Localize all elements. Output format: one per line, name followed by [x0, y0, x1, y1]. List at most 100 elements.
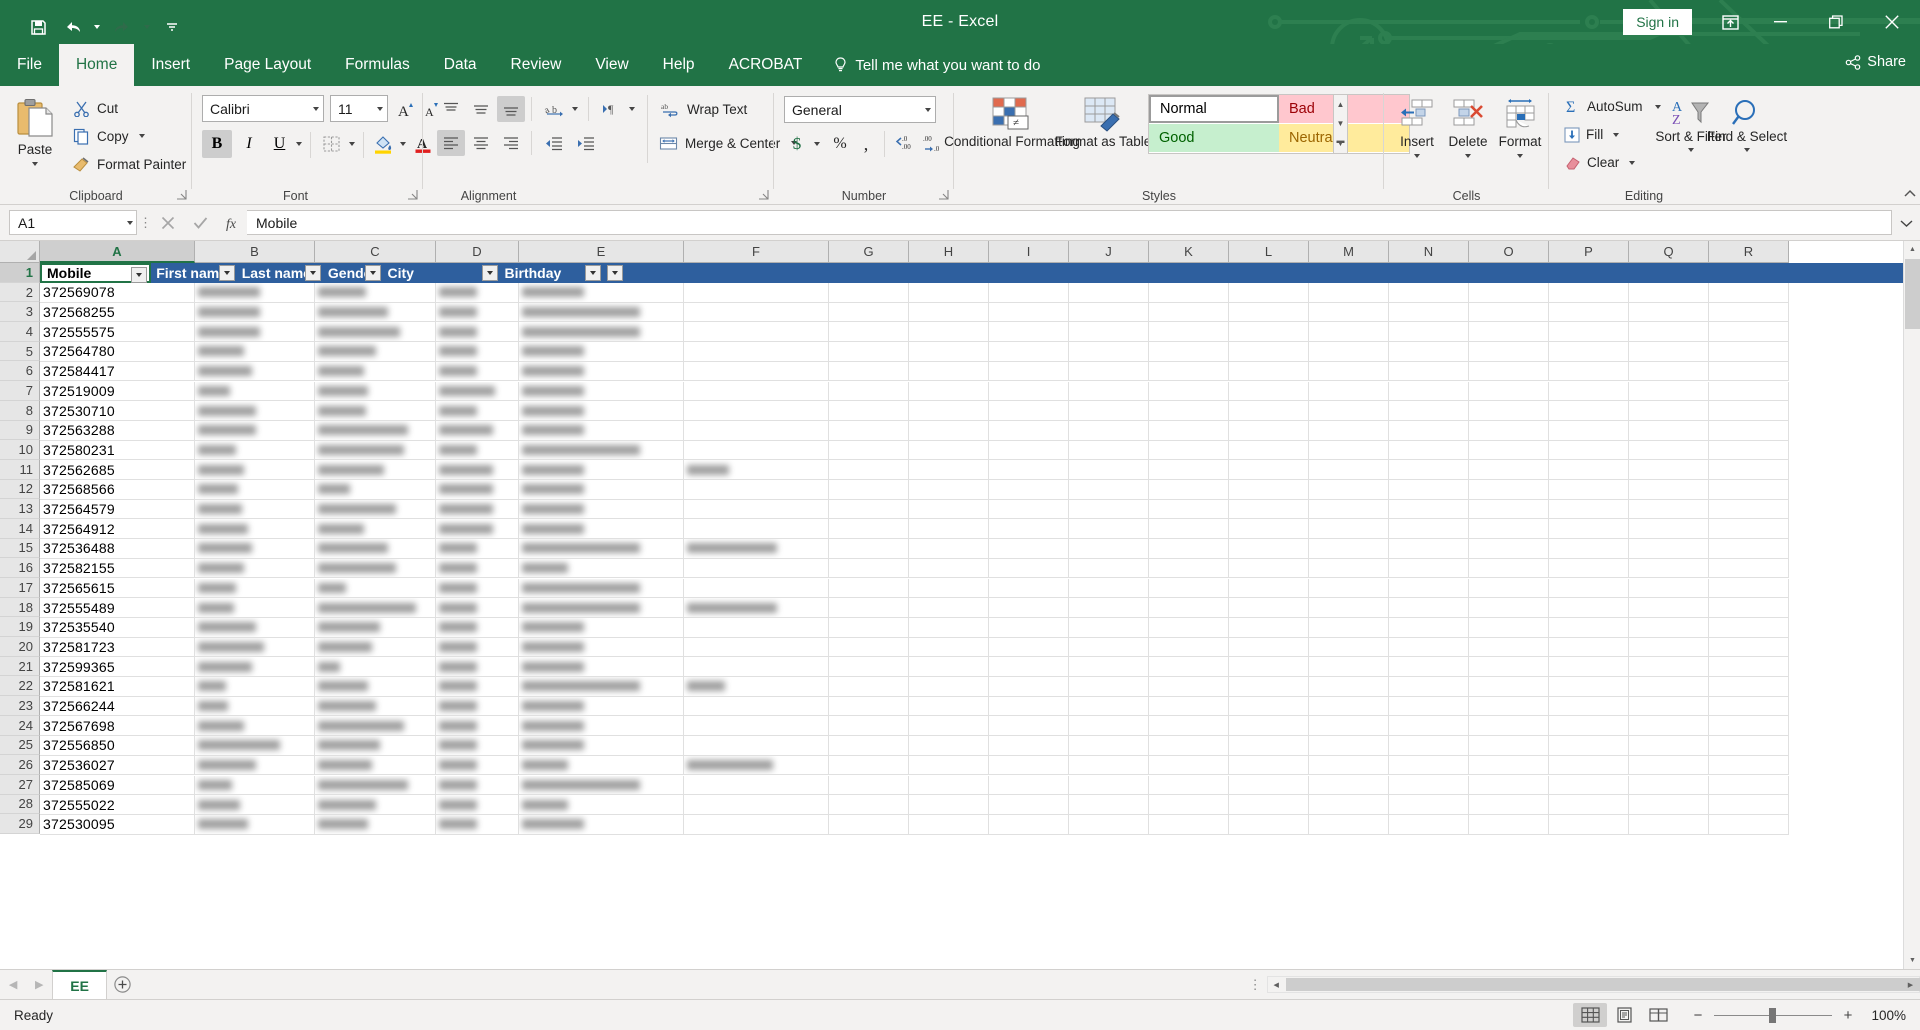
cell-R2[interactable]	[1709, 283, 1789, 303]
cell-H20[interactable]	[909, 637, 989, 658]
cell-G17[interactable]	[829, 578, 909, 599]
cell-F22[interactable]	[684, 677, 829, 697]
cell-I9[interactable]	[989, 420, 1069, 441]
cell-F5[interactable]	[684, 342, 829, 362]
cell-J25[interactable]	[1069, 736, 1149, 756]
cell-M3[interactable]	[1309, 302, 1389, 323]
cell-K16[interactable]	[1149, 558, 1229, 579]
cell-O23[interactable]	[1469, 696, 1549, 717]
tab-home[interactable]: Home	[58, 44, 135, 86]
cell-F6[interactable]	[684, 361, 829, 382]
cell-D13[interactable]	[436, 499, 519, 520]
decrease-decimal-icon[interactable]: .00.0	[919, 130, 946, 158]
cell-N4[interactable]	[1389, 322, 1469, 343]
fill-dropdown-icon[interactable]	[1613, 132, 1620, 137]
tab-acrobat[interactable]: ACROBAT	[712, 44, 820, 86]
cell-F4[interactable]	[684, 322, 829, 343]
insert-dropdown-icon[interactable]	[1414, 154, 1420, 158]
cell-F25[interactable]	[684, 736, 829, 756]
bold-button[interactable]: B	[202, 130, 232, 158]
previous-sheet-icon[interactable]: ◀	[0, 971, 26, 999]
filter-dropdown-icon[interactable]	[606, 265, 623, 281]
cell-P6[interactable]	[1549, 361, 1629, 382]
cell-Q16[interactable]	[1629, 558, 1709, 579]
borders-dropdown-icon[interactable]	[345, 130, 359, 158]
cell-Q2[interactable]	[1629, 283, 1709, 303]
cell-L22[interactable]	[1229, 677, 1309, 697]
cell-L25[interactable]	[1229, 736, 1309, 756]
cell-B23[interactable]	[195, 696, 315, 717]
column-header-L[interactable]: L	[1229, 241, 1309, 263]
table-header-birthday[interactable]: Birthday	[500, 263, 603, 283]
cell-B11[interactable]	[195, 460, 315, 480]
cell-C17[interactable]	[315, 578, 436, 599]
row-header-26[interactable]: 26	[0, 755, 40, 775]
cell-E28[interactable]	[519, 795, 684, 815]
table-header-last-name[interactable]: Last name	[237, 263, 323, 283]
percent-style-button[interactable]: %	[827, 130, 853, 158]
cell-P7[interactable]	[1549, 381, 1629, 402]
cell-M13[interactable]	[1309, 499, 1389, 520]
cell-N11[interactable]	[1389, 460, 1469, 480]
cell-K28[interactable]	[1149, 795, 1229, 815]
redo-dropdown-icon[interactable]	[140, 12, 154, 42]
cell-O12[interactable]	[1469, 480, 1549, 500]
cell-R6[interactable]	[1709, 361, 1789, 382]
cell-M15[interactable]	[1309, 539, 1389, 559]
cell-J28[interactable]	[1069, 795, 1149, 815]
cell-G10[interactable]	[829, 440, 909, 461]
cell-O14[interactable]	[1469, 519, 1549, 540]
cell-E29[interactable]	[519, 814, 684, 835]
filter-dropdown-icon[interactable]	[304, 265, 321, 281]
cell-P5[interactable]	[1549, 342, 1629, 362]
cell-P17[interactable]	[1549, 578, 1629, 599]
cell-R12[interactable]	[1709, 480, 1789, 500]
cell-O5[interactable]	[1469, 342, 1549, 362]
cell-H2[interactable]	[909, 283, 989, 303]
cell-I17[interactable]	[989, 578, 1069, 599]
copy-button[interactable]: Copy	[68, 124, 184, 148]
cell-P9[interactable]	[1549, 420, 1629, 441]
row-header-12[interactable]: 12	[0, 479, 40, 500]
conditional-formatting-button[interactable]: ≠ Conditional Formatting	[944, 92, 1080, 178]
cell-G28[interactable]	[829, 795, 909, 815]
align-right-icon[interactable]	[497, 130, 525, 156]
cell-Q5[interactable]	[1629, 342, 1709, 362]
alignment-dialog-launcher[interactable]	[757, 188, 770, 201]
cell-N15[interactable]	[1389, 539, 1469, 559]
cell-G16[interactable]	[829, 558, 909, 579]
cell-L7[interactable]	[1229, 381, 1309, 402]
horizontal-scrollbar[interactable]: ◀ ▶	[1266, 976, 1920, 993]
cell-J13[interactable]	[1069, 499, 1149, 520]
page-break-preview-button[interactable]	[1641, 1003, 1675, 1027]
orientation-icon[interactable]: ab	[539, 96, 569, 122]
cell-D8[interactable]	[436, 401, 519, 421]
cell-O18[interactable]	[1469, 598, 1549, 618]
cell-R16[interactable]	[1709, 558, 1789, 579]
cell-D7[interactable]	[436, 381, 519, 402]
cell-G4[interactable]	[829, 322, 909, 343]
cell-R29[interactable]	[1709, 814, 1789, 835]
cell-K24[interactable]	[1149, 716, 1229, 737]
column-header-N[interactable]: N	[1389, 241, 1469, 263]
cell-A22[interactable]: 372581621	[40, 677, 195, 697]
cell-Q25[interactable]	[1629, 736, 1709, 756]
formula-bar-grip[interactable]: ⋮	[137, 212, 153, 234]
cell-B24[interactable]	[195, 716, 315, 737]
number-format-select[interactable]: General	[784, 96, 936, 123]
cell-P4[interactable]	[1549, 322, 1629, 343]
cell-K23[interactable]	[1149, 696, 1229, 717]
cell-O11[interactable]	[1469, 460, 1549, 480]
cell-J22[interactable]	[1069, 677, 1149, 697]
cell-P2[interactable]	[1549, 283, 1629, 303]
cell-I23[interactable]	[989, 696, 1069, 717]
cell-F23[interactable]	[684, 696, 829, 717]
cell-K2[interactable]	[1149, 283, 1229, 303]
formula-input[interactable]: Mobile	[247, 210, 1892, 235]
cell-P14[interactable]	[1549, 519, 1629, 540]
cell-D12[interactable]	[436, 480, 519, 500]
cell-R19[interactable]	[1709, 617, 1789, 638]
cell-B16[interactable]	[195, 558, 315, 579]
cell-N26[interactable]	[1389, 755, 1469, 776]
cell-J20[interactable]	[1069, 637, 1149, 658]
